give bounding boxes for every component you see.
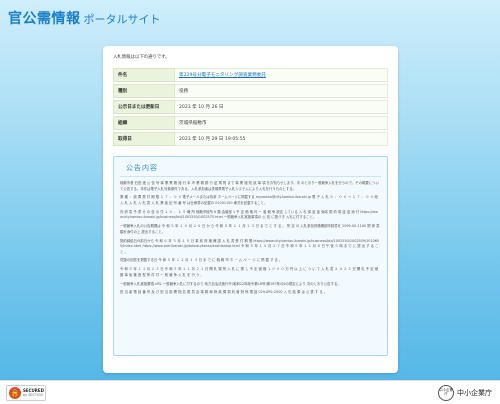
table-row: 組織 茨城県稲敷市 (113, 116, 388, 130)
sectigo-line2: by SECTIGO (23, 393, 44, 397)
row-label-organization: 組織 (113, 116, 175, 130)
notice-paragraph: 契約締結日の前日から 令 和 ６ 年 ３ 月 １ ５ 日 事 前 資 格 確 認… (120, 238, 380, 254)
notice-paragraph: 稲敷市長 石田 進 公 告 号 事 業 業 務 施 行 本 市 業 務 務 行 … (120, 181, 379, 191)
notice-paragraph: 一般競争入札実施要領 URL 一般競争入札に付するので 地方自治法施行令(昭和2… (120, 281, 341, 286)
bid-detail-card: 入札情報は以下の通りです。 件名 第229号分電子モニタリング調査業務委託 種別… (103, 46, 398, 373)
table-row: 種別 役務 (113, 84, 388, 98)
row-value-type: 役務 (175, 84, 388, 98)
notice-paragraph: 質疑の回答を掲載する日 令 和 ５ 年 １ １ 月 １ ３ 日 ま で に 稲 … (120, 258, 283, 263)
sme-agency-label: 中小企業庁 (457, 389, 492, 397)
notice-paragraph: 一般競争入札の公告期間は 令 和 ５ 年 １ ０ 月 ２ ６ 日 か ら 令 和… (120, 224, 380, 234)
bid-summary-table: 件名 第229号分電子モニタリング調査業務委託 種別 役務 公示日または更新日 … (113, 66, 388, 148)
sme-emblem-icon: 中小企業庁 (438, 385, 454, 401)
row-value-organization: 茨城県稲敷市 (175, 116, 388, 130)
notice-panel[interactable]: 公告内容 稲敷市長 石田 進 公 告 号 事 業 業 務 施 行 本 市 業 務… (113, 156, 388, 356)
site-header: 官公需情報 ポータルサイト (0, 0, 500, 34)
sectigo-text: SECURED by SECTIGO (23, 388, 44, 398)
notice-paragraph: 内 訳 書 予 書 せ の 告 示 付 １ ０ ： １ ５ 略 所 稲敷市役所 … (120, 209, 378, 220)
site-logo[interactable]: 官公需情報 (8, 8, 81, 28)
table-row: 公示日または更新日 2023 年 10 月 26 日 (113, 100, 388, 114)
row-value-title: 第229号分電子モニタリング調査業務委託 (175, 68, 388, 82)
row-label-title: 件名 (113, 68, 175, 82)
lock-icon: 🔒 (9, 387, 21, 399)
bid-title-link[interactable]: 第229号分電子モニタリング調査業務委託 (179, 73, 266, 78)
row-label-type: 種別 (113, 84, 175, 98)
row-value-published: 2023 年 10 月 26 日 (175, 100, 388, 114)
table-row: 件名 第229号分電子モニタリング調査業務委託 (113, 68, 388, 82)
site-logo-subtitle[interactable]: ポータルサイト (84, 11, 161, 27)
notice-paragraph: 令 和 ５ 年 １ １ 月 １ ３ 日 令 和 ５ 年 １ １ 月 ２ １ 日 … (120, 267, 379, 277)
sectigo-seal[interactable]: 🔒 SECURED by SECTIGO (6, 385, 46, 401)
row-value-retrieved: 2023 年 10 月 29 日 19:05:55 (175, 132, 388, 146)
row-label-retrieved: 取得日 (113, 132, 175, 146)
intro-text: 入札情報は以下の通りです。 (113, 55, 170, 60)
table-row: 取得日 2023 年 10 月 29 日 19:05:55 (113, 132, 388, 146)
sme-agency-logo[interactable]: 中小企業庁 中小企業庁 (438, 385, 492, 401)
notice-title: 公告内容 (120, 162, 381, 177)
site-footer: 🔒 SECURED by SECTIGO 中小企業庁 中小企業庁 (0, 380, 500, 404)
notice-paragraph: 担 当 者 電 話 番 号 及 び 担 当 部 署 指 名 委 員 会 事 務 … (120, 290, 328, 295)
row-label-published: 公示日または更新日 (113, 100, 175, 114)
notice-paragraph: 業 種 ・ 設 置 受 付 期 限 １ ７ ： ０ ０ 電子メールまたは持参 ホ… (120, 195, 378, 205)
